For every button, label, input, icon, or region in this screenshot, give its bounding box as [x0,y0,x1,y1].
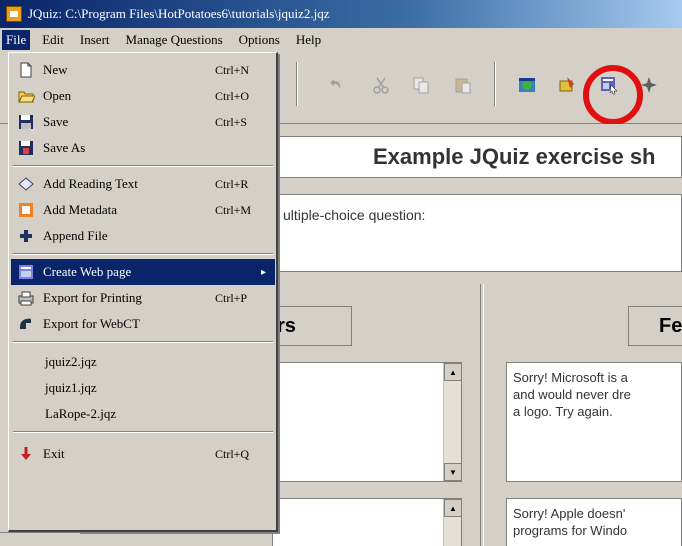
menu-separator [13,341,273,343]
menu-options[interactable]: Options [239,32,280,48]
answer-field[interactable]: ▲ ▼ [272,362,462,482]
scroll-up-icon[interactable]: ▲ [444,363,462,381]
menu-separator [13,431,273,433]
menu-bar: File Edit Insert Manage Questions Option… [0,28,682,52]
menu-item-export-for-printing[interactable]: Export for Printing Ctrl+P [11,285,275,311]
new-file-icon [15,59,37,81]
menu-item-new[interactable]: New Ctrl+N [11,57,275,83]
paste-icon[interactable] [452,74,474,96]
status-strip [0,532,80,546]
menu-item-recent-file[interactable]: jquiz1.jqz [11,375,275,401]
undo-icon[interactable] [324,74,346,96]
append-file-icon [15,225,37,247]
toolbar-separator [296,62,298,106]
menu-item-exit[interactable]: Exit Ctrl+Q [11,441,275,467]
metadata-icon [15,199,37,221]
window-title: JQuiz: C:\Program Files\HotPotatoes6\tut… [28,6,330,21]
menu-item-create-web-page[interactable]: Create Web page ▸ [11,259,275,285]
menu-edit[interactable]: Edit [42,32,64,48]
menu-item-export-for-webct[interactable]: Export for WebCT [11,311,275,337]
scroll-up-icon[interactable]: ▲ [444,499,462,517]
scroll-down-icon[interactable]: ▼ [444,463,462,481]
config-icon[interactable] [556,74,578,96]
scrollbar[interactable]: ▲ ▼ [443,363,462,481]
feedback-field[interactable]: Sorry! Microsoft is a and would never dr… [506,362,682,482]
title-bar: JQuiz: C:\Program Files\HotPotatoes6\tut… [0,0,682,28]
copy-icon[interactable] [410,74,432,96]
menu-file[interactable]: File [2,30,31,50]
submenu-arrow-icon: ▸ [261,266,267,278]
column-divider [480,284,484,546]
webct-icon [15,313,37,335]
menu-item-save-as[interactable]: Save As [11,135,275,161]
save-disk-icon [15,111,37,133]
menu-item-add-metadata[interactable]: Add Metadata Ctrl+M [11,197,275,223]
cut-icon[interactable] [370,74,392,96]
toolbar-separator [494,62,496,106]
scrollbar[interactable]: ▲ [443,499,462,546]
menu-item-open[interactable]: Open Ctrl+O [11,83,275,109]
answer-field[interactable]: ▲ [272,498,462,546]
question-text-field[interactable]: ultiple-choice question: [272,194,682,272]
menu-separator [13,253,273,255]
menu-manage-questions[interactable]: Manage Questions [126,32,223,48]
app-icon [6,6,22,22]
menu-item-save[interactable]: Save Ctrl+S [11,109,275,135]
menu-item-add-reading-text[interactable]: Add Reading Text Ctrl+R [11,171,275,197]
web-icon[interactable] [516,74,538,96]
menu-item-recent-file[interactable]: jquiz2.jqz [11,349,275,375]
save-as-icon [15,137,37,159]
file-menu-dropdown: New Ctrl+N Open Ctrl+O Save Ctrl+S Save … [8,52,278,532]
annotation-circle [583,65,643,125]
feedback-header: Fe [628,306,682,346]
menu-item-append-file[interactable]: Append File [11,223,275,249]
menu-help[interactable]: Help [296,32,321,48]
menu-separator [13,165,273,167]
exercise-title-field[interactable]: Example JQuiz exercise sh [272,136,682,178]
feedback-field[interactable]: Sorry! Apple doesn' programs for Windo [506,498,682,546]
menu-insert[interactable]: Insert [80,32,110,48]
create-webpage-icon [15,261,37,283]
open-folder-icon [15,85,37,107]
menu-item-recent-file[interactable]: LaRope-2.jqz [11,401,275,427]
reading-text-icon [15,173,37,195]
answers-header: rs [272,306,352,346]
print-icon [15,287,37,309]
exit-icon [15,443,37,465]
